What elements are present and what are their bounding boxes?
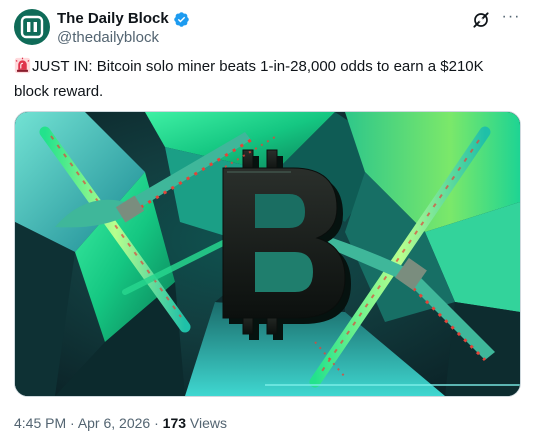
top-actions: ···: [470, 9, 522, 31]
avatar[interactable]: [14, 9, 50, 45]
tweet-meta: 4:45 PM · Apr 6, 2026 · 173 Views: [14, 414, 227, 432]
tweet-image[interactable]: [14, 111, 521, 397]
grok-icon[interactable]: [470, 9, 492, 31]
tweet-body: JUST IN: Bitcoin solo miner beats 1-in-2…: [14, 58, 484, 100]
daily-block-logo-icon: [20, 15, 44, 39]
meta-separator-2: ·: [150, 415, 163, 431]
tweet-text: JUST IN: Bitcoin solo miner beats 1-in-2…: [14, 56, 522, 103]
display-name[interactable]: The Daily Block: [57, 10, 169, 28]
more-label: ···: [501, 8, 521, 25]
tweet-date[interactable]: Apr 6, 2026: [78, 415, 150, 431]
tweet-time[interactable]: 4:45 PM: [14, 415, 66, 431]
views-label: Views: [189, 415, 227, 431]
tweet-card: The Daily Block @thedailyblock ··· JUST …: [0, 0, 536, 440]
handle[interactable]: @thedailyblock: [57, 29, 190, 47]
verified-badge-icon[interactable]: [173, 11, 190, 28]
meta-separator-1: ·: [66, 415, 78, 431]
more-icon[interactable]: ···: [500, 9, 522, 31]
bitcoin-pickaxe-image: [15, 112, 520, 396]
views-count: 173: [162, 415, 187, 431]
rotating-light-icon: [14, 57, 31, 81]
author-names: The Daily Block @thedailyblock: [57, 10, 190, 47]
display-name-row: The Daily Block: [57, 10, 190, 28]
